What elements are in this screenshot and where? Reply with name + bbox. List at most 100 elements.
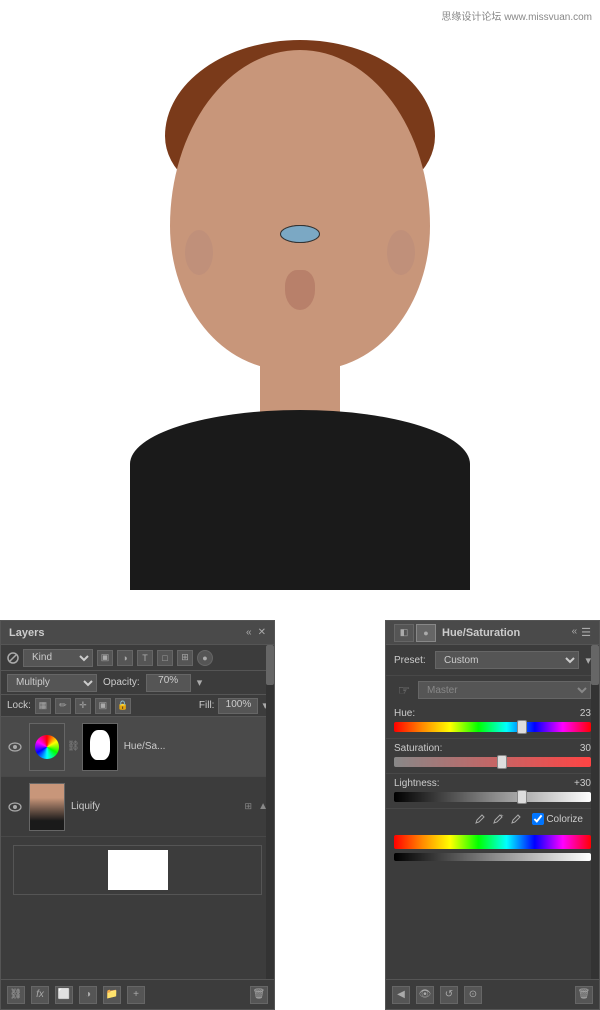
properties-bottom-bar: ◀ 👁 ↺ ⊙ 🗑: [386, 979, 599, 1009]
adjustment-filter-btn[interactable]: ◑: [117, 650, 133, 666]
hue-thumb[interactable]: [517, 720, 527, 734]
smartobj-filter-btn[interactable]: ⊞: [177, 650, 193, 666]
lightness-thumb[interactable]: [517, 790, 527, 804]
opacity-value[interactable]: 70%: [146, 674, 191, 692]
chain-link-icon: ⛓: [67, 741, 80, 752]
layers-filter-toolbar: Kind ▣ ◑ T □ ⊞ ●: [1, 645, 274, 671]
ear-left: [185, 230, 213, 275]
person-photo: [0, 0, 600, 620]
layers-panel: Layers « ✕ Kind ▣ ◑ T □ ⊞ ● Multi: [0, 620, 275, 1010]
properties-title: Hue/Saturation: [442, 627, 520, 639]
channel-select[interactable]: Master: [418, 681, 591, 699]
lightness-track[interactable]: [394, 792, 591, 802]
collapse-icon[interactable]: «: [572, 626, 578, 639]
fill-label: Fill:: [199, 700, 215, 711]
link-layers-btn[interactable]: ⛓: [7, 986, 25, 1004]
prop-icon-group: ◧ ●: [394, 624, 436, 642]
colorize-label: Colorize: [546, 814, 583, 825]
prop-icon-active[interactable]: ●: [416, 624, 436, 642]
saturation-track[interactable]: [394, 757, 591, 767]
hue-track[interactable]: [394, 722, 591, 732]
layers-header-icons: « ✕: [246, 627, 266, 638]
lock-row: Lock: ▦ ✏ ✛ ▣ 🔒 Fill: 100% ▾: [1, 695, 274, 717]
add-adjustment-btn[interactable]: ◑: [79, 986, 97, 1004]
svg-text:-: -: [518, 814, 520, 820]
layers-scroll-thumb[interactable]: [266, 645, 274, 685]
preset-row: Preset: Custom ▾: [386, 645, 599, 676]
lock-paint-btn[interactable]: ✏: [55, 698, 71, 714]
visibility-eye-icon[interactable]: [7, 739, 23, 755]
properties-panel: ◧ ● Hue/Saturation « ☰ Preset: Custom ▾ …: [385, 620, 600, 1010]
eyedropper-minus-icon[interactable]: -: [510, 813, 522, 825]
saturation-slider-row: Saturation: 30: [386, 739, 599, 774]
prop-icon-adjustment[interactable]: ◧: [394, 624, 414, 642]
pixel-filter-btn[interactable]: ▣: [97, 650, 113, 666]
liquify-visibility-icon[interactable]: [7, 799, 23, 815]
layers-title: Layers: [9, 627, 44, 639]
type-filter-btn[interactable]: T: [137, 650, 153, 666]
blend-mode-select[interactable]: Multiply: [7, 674, 97, 692]
kind-select[interactable]: Kind: [23, 649, 93, 667]
hue-value: 23: [580, 708, 591, 719]
layer-hue-saturation[interactable]: ⛓ Hue/Sa...: [1, 717, 274, 777]
shoulders: [130, 410, 470, 590]
colorize-checkbox[interactable]: [532, 813, 544, 825]
add-mask-btn[interactable]: ⬜: [55, 986, 73, 1004]
color-strip-top: [394, 835, 591, 849]
preset-select[interactable]: Custom: [435, 651, 579, 669]
saturation-thumb[interactable]: [497, 755, 507, 769]
props-reset-btn[interactable]: ↺: [440, 986, 458, 1004]
panels-area: Layers « ✕ Kind ▣ ◑ T □ ⊞ ● Multi: [0, 620, 600, 1010]
lock-transparent-btn[interactable]: ▦: [35, 698, 51, 714]
smart-object-icon: ⊞: [245, 801, 253, 812]
double-arrow-icon: «: [246, 627, 252, 638]
layers-bottom-bar: ⛓ fx ⬜ ◑ 📁 + 🗑: [1, 979, 274, 1009]
lock-move-btn[interactable]: ✛: [75, 698, 91, 714]
props-scroll-thumb[interactable]: [591, 645, 599, 685]
white-layer-thumb: [108, 850, 168, 890]
tool-channel-row: ☞ Master: [386, 676, 599, 704]
props-delete-btn[interactable]: 🗑: [575, 986, 593, 1004]
eyedropper-plus-icon[interactable]: +: [492, 813, 504, 825]
face-container: [130, 30, 470, 590]
delete-layer-btn[interactable]: 🗑: [250, 986, 268, 1004]
empty-layer: [13, 845, 262, 895]
props-scrollbar[interactable]: [591, 645, 599, 979]
lightness-label-row: Lightness: +30: [394, 778, 591, 789]
lightness-value: +30: [574, 778, 591, 789]
layer-liquify-name: Liquify: [71, 801, 239, 812]
layers-panel-header: Layers « ✕: [1, 621, 274, 645]
eyedropper-icon[interactable]: [474, 813, 486, 825]
eye-right: [280, 225, 320, 243]
properties-menu-icon[interactable]: ☰: [581, 626, 591, 639]
fill-value[interactable]: 100%: [218, 698, 258, 714]
props-visibility-btn[interactable]: 👁: [416, 986, 434, 1004]
layers-scrollbar[interactable]: [266, 645, 274, 979]
watermark: 思缘设计论坛 www.missvuan.com: [441, 8, 592, 23]
hue-slider-row: Hue: 23: [386, 704, 599, 739]
shape-filter-btn[interactable]: □: [157, 650, 173, 666]
lock-artboard-btn[interactable]: ▣: [95, 698, 111, 714]
svg-text:+: +: [500, 814, 504, 820]
saturation-value: 30: [580, 743, 591, 754]
photo-area: 思缘设计论坛 www.missvuan.com: [0, 0, 600, 620]
finger-tool-icon[interactable]: ☞: [394, 680, 414, 700]
empty-layer-area: [1, 837, 274, 892]
color-strip-container: [386, 829, 599, 867]
layer-liquify[interactable]: Liquify ⊞ ▲: [1, 777, 274, 837]
opacity-arrow-icon[interactable]: ▾: [197, 676, 203, 689]
saturation-label-row: Saturation: 30: [394, 743, 591, 754]
lightness-slider-row: Lightness: +30: [386, 774, 599, 809]
close-icon[interactable]: ✕: [258, 627, 266, 638]
filter-icon: [7, 652, 19, 664]
lock-all-btn[interactable]: 🔒: [115, 698, 131, 714]
props-previous-btn[interactable]: ◀: [392, 986, 410, 1004]
add-group-btn[interactable]: 📁: [103, 986, 121, 1004]
circle-filter-btn[interactable]: ●: [197, 650, 213, 666]
fx-btn[interactable]: fx: [31, 986, 49, 1004]
preset-label: Preset:: [394, 655, 429, 666]
nose: [285, 270, 315, 310]
hue-label: Hue:: [394, 708, 415, 719]
props-view-btn[interactable]: ⊙: [464, 986, 482, 1004]
new-layer-btn[interactable]: +: [127, 986, 145, 1004]
